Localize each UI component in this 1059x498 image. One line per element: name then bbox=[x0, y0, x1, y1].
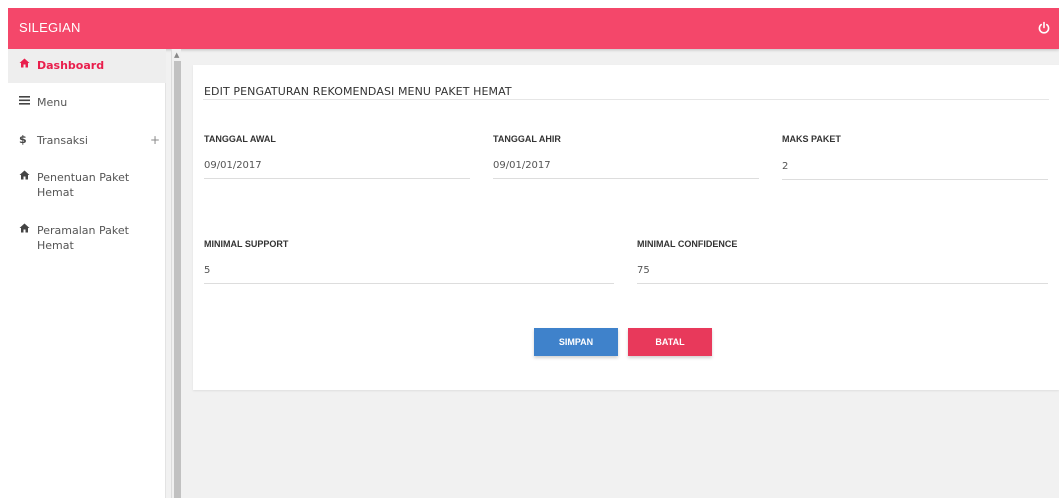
bars-icon bbox=[19, 95, 37, 109]
save-button[interactable]: SIMPAN bbox=[534, 328, 618, 356]
sidebar-item-label: Menu bbox=[37, 96, 68, 109]
sidebar-item-transaksi[interactable]: $ Transaksi + bbox=[8, 133, 166, 155]
tanggal-ahir-input[interactable] bbox=[493, 153, 759, 179]
home-icon bbox=[19, 170, 37, 184]
sidebar-item-label: Penentuan Paket Hemat bbox=[37, 171, 130, 199]
minimal-confidence-input[interactable] bbox=[637, 258, 1048, 284]
cancel-button[interactable]: BATAL bbox=[628, 328, 712, 356]
sidebar-item-menu[interactable]: Menu bbox=[8, 95, 166, 117]
maks-paket-label: MAKS PAKET bbox=[782, 134, 841, 144]
sidebar: Dashboard Menu $ Transaksi + Penentuan P… bbox=[8, 49, 166, 498]
settings-form-card: EDIT PENGATURAN REKOMENDASI MENU PAKET H… bbox=[193, 65, 1059, 390]
tanggal-awal-input[interactable] bbox=[204, 153, 470, 179]
power-icon[interactable] bbox=[1037, 20, 1051, 34]
minimal-support-label: MINIMAL SUPPORT bbox=[204, 239, 289, 249]
minimal-confidence-label: MINIMAL CONFIDENCE bbox=[637, 239, 738, 249]
sidebar-item-peramalan-paket-hemat[interactable]: Peramalan Paket Hemat bbox=[8, 223, 166, 259]
divider bbox=[203, 99, 1049, 100]
sidebar-scrollbar[interactable]: ▲ bbox=[171, 49, 181, 498]
minimal-support-input[interactable] bbox=[204, 258, 614, 284]
tanggal-ahir-label: TANGGAL AHIR bbox=[493, 134, 561, 144]
sidebar-item-label: Peramalan Paket Hemat bbox=[37, 224, 129, 252]
top-bar: SILEGIAN bbox=[8, 8, 1059, 49]
sidebar-item-dashboard[interactable]: Dashboard bbox=[8, 49, 166, 83]
scroll-up-arrow-icon[interactable]: ▲ bbox=[174, 51, 179, 59]
app-frame: SILEGIAN Dashboard Menu $ Transaksi + Pe… bbox=[8, 8, 1059, 498]
home-icon bbox=[19, 223, 37, 237]
sidebar-item-label: Transaksi bbox=[37, 134, 88, 147]
expand-icon[interactable]: + bbox=[150, 133, 160, 147]
sidebar-item-label: Dashboard bbox=[37, 59, 105, 72]
dollar-icon: $ bbox=[19, 133, 27, 146]
sidebar-item-penentuan-paket-hemat[interactable]: Penentuan Paket Hemat bbox=[8, 170, 166, 206]
maks-paket-input[interactable] bbox=[782, 154, 1048, 180]
form-title: EDIT PENGATURAN REKOMENDASI MENU PAKET H… bbox=[204, 85, 512, 98]
tanggal-awal-label: TANGGAL AWAL bbox=[204, 134, 276, 144]
home-icon bbox=[19, 58, 37, 72]
scrollbar-thumb[interactable] bbox=[174, 61, 181, 498]
app-title: SILEGIAN bbox=[19, 20, 81, 35]
